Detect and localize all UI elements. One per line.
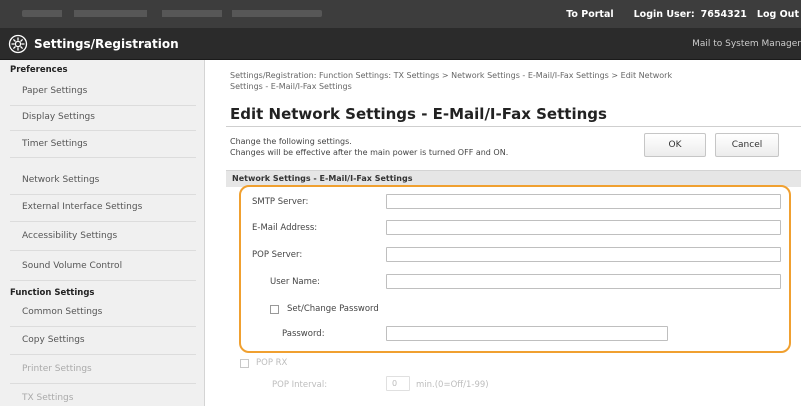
address-text-blurred <box>22 10 322 17</box>
top-bar: To Portal Login User: 7654321 Log Out <box>0 0 801 28</box>
page-header-title: Settings/Registration <box>34 37 179 51</box>
description: Change the following settings. Changes w… <box>230 136 508 158</box>
ok-button[interactable]: OK <box>644 133 706 157</box>
divider <box>10 383 196 384</box>
page-title: Edit Network Settings - E-Mail/I-Fax Set… <box>230 105 607 123</box>
login-user-label: Login User: <box>633 8 695 20</box>
pop-interval-input[interactable]: 0 <box>386 376 410 391</box>
sidebar-item-tx-settings[interactable]: TX Settings <box>22 393 73 403</box>
sidebar-heading-preferences: Preferences <box>10 65 68 75</box>
pop-rx-label: POP RX <box>256 358 288 368</box>
divider <box>10 354 196 355</box>
sidebar-item-accessibility-settings[interactable]: Accessibility Settings <box>22 231 117 241</box>
divider <box>10 221 196 222</box>
description-line-1: Change the following settings. <box>230 137 352 146</box>
sidebar: Preferences Paper Settings Display Setti… <box>0 60 205 406</box>
highlight-frame <box>239 185 791 353</box>
divider <box>10 105 196 106</box>
pop-rx-checkbox[interactable] <box>240 359 249 368</box>
logout-link[interactable]: Log Out <box>757 9 799 20</box>
portal-link[interactable]: To Portal <box>566 9 613 20</box>
divider <box>10 194 196 195</box>
sidebar-item-common-settings[interactable]: Common Settings <box>22 307 102 317</box>
cancel-button[interactable]: Cancel <box>715 133 779 157</box>
login-user-id: 7654321 <box>700 8 747 20</box>
divider <box>10 326 196 327</box>
sidebar-item-display-settings[interactable]: Display Settings <box>22 112 95 122</box>
sidebar-heading-function-settings: Function Settings <box>10 288 95 298</box>
mail-system-manager-link[interactable]: Mail to System Manager <box>692 39 801 49</box>
divider <box>10 130 196 131</box>
sidebar-item-external-interface-settings[interactable]: External Interface Settings <box>22 202 142 212</box>
sidebar-item-printer-settings[interactable]: Printer Settings <box>22 364 92 374</box>
sidebar-item-network-settings[interactable]: Network Settings <box>22 175 99 185</box>
breadcrumb-line-2: Settings - E-Mail/I-Fax Settings <box>230 82 352 91</box>
breadcrumb-line-1: Settings/Registration: Function Settings… <box>230 71 673 80</box>
divider <box>10 250 196 251</box>
pop-interval-label: POP Interval: <box>272 380 328 390</box>
title-bar: Settings/Registration Mail to System Man… <box>0 28 801 60</box>
pop-interval-unit: min.(0=Off/1-99) <box>416 380 489 390</box>
breadcrumb: Settings/Registration: Function Settings… <box>230 70 790 92</box>
settings-gear-icon <box>8 34 28 54</box>
main-content: Settings/Registration: Function Settings… <box>206 60 801 406</box>
sidebar-item-timer-settings[interactable]: Timer Settings <box>22 139 88 149</box>
divider <box>10 157 196 158</box>
divider <box>10 280 196 281</box>
divider <box>226 126 801 127</box>
sidebar-item-sound-volume-control[interactable]: Sound Volume Control <box>22 261 122 271</box>
top-right-links: To Portal Login User: 7654321 Log Out <box>546 0 801 28</box>
sidebar-item-paper-settings[interactable]: Paper Settings <box>22 86 87 96</box>
description-line-2: Changes will be effective after the main… <box>230 148 509 157</box>
sidebar-item-copy-settings[interactable]: Copy Settings <box>22 335 85 345</box>
